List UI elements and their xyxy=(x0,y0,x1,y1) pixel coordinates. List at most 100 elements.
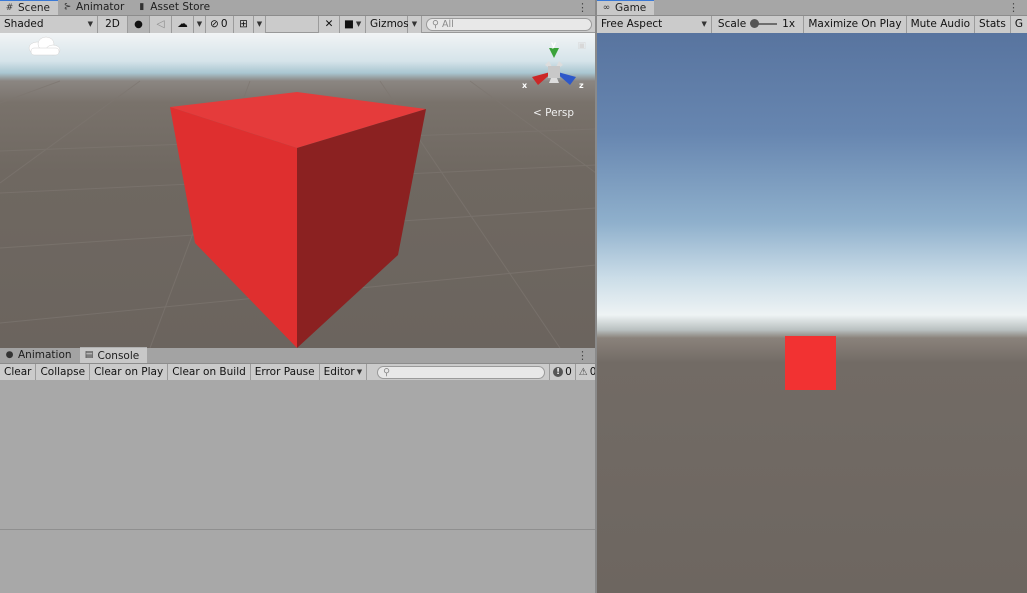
scene-search-placeholder: All xyxy=(441,18,454,30)
shading-mode-label: Shaded xyxy=(4,18,44,30)
toggle-2d-button[interactable]: 2D xyxy=(98,15,128,33)
axis-z-label: z xyxy=(579,81,584,90)
tab-asset-store[interactable]: ▮ Asset Store xyxy=(132,0,218,15)
mute-audio-button[interactable]: Mute Audio xyxy=(906,15,976,33)
mute-audio-label: Mute Audio xyxy=(910,18,971,30)
scale-slider-thumb[interactable] xyxy=(750,19,760,28)
clear-on-play-label: Clear on Play xyxy=(94,366,164,378)
game-cube xyxy=(785,336,836,390)
scene-search-input[interactable]: ⚲ All xyxy=(426,17,592,31)
console-detail-divider[interactable] xyxy=(0,529,596,530)
orientation-gizmo[interactable] xyxy=(532,48,576,85)
info-filter-toggle[interactable]: ! 0 xyxy=(549,363,575,381)
info-count: 0 xyxy=(565,366,572,378)
axis-x-label: x xyxy=(522,81,528,90)
scale-label: Scale xyxy=(717,18,747,30)
game-gizmos-button[interactable]: G xyxy=(1010,15,1027,33)
hidden-objects-toggle[interactable]: ⊘ 0 xyxy=(206,15,234,33)
chevron-down-icon: ▼ xyxy=(701,20,707,28)
gizmos-label: Gizmos xyxy=(370,18,409,30)
clear-button[interactable]: Clear xyxy=(0,363,37,381)
tab-scene[interactable]: # Scene xyxy=(0,0,59,15)
chevron-down-icon: ▼ xyxy=(196,20,203,28)
error-pause-button[interactable]: Error Pause xyxy=(250,363,320,381)
grid-dropdown[interactable]: ▼ xyxy=(254,15,266,33)
tab-animator[interactable]: ⊱ Animator xyxy=(58,0,132,15)
maximize-on-play-label: Maximize On Play xyxy=(808,18,902,30)
clear-label: Clear xyxy=(4,366,32,378)
console-menu-icon[interactable]: ⋮ xyxy=(577,349,588,362)
persp-label: Persp xyxy=(545,107,575,119)
lighting-toggle[interactable]: ● xyxy=(128,15,150,33)
tab-console-label: Console xyxy=(97,349,140,362)
console-log-area[interactable] xyxy=(0,380,596,593)
clear-on-build-label: Clear on Build xyxy=(172,366,246,378)
skybox-cloud-icon xyxy=(28,36,61,56)
warning-icon: ⚠ xyxy=(578,366,588,378)
scene-toolbar: Shaded ▼ 2D ● ◁ ☁ ▼ ⊘ 0 ⊞ ▼ ✕ ■ ▼ Gizmos… xyxy=(0,15,596,33)
audio-toggle[interactable]: ◁ xyxy=(150,15,172,33)
search-icon: ⚲ xyxy=(432,18,439,30)
eye-off-icon: ⊘ xyxy=(210,18,219,30)
tab-game-label: Game xyxy=(615,2,647,14)
aspect-dropdown[interactable]: Free Aspect ▼ xyxy=(597,15,712,33)
effects-dropdown[interactable]: ▼ xyxy=(194,15,206,33)
console-search-input[interactable]: ⚲ xyxy=(377,365,546,379)
animator-icon: ⊱ xyxy=(63,1,72,12)
console-search-wrap: ⚲ xyxy=(367,365,549,379)
perspective-toggle[interactable]: < Persp xyxy=(533,107,574,119)
collapse-button[interactable]: Collapse xyxy=(36,363,91,381)
bottom-tabbar: ● Animation ▤ Console ⋮ xyxy=(0,347,596,364)
game-viewport[interactable] xyxy=(597,33,1027,593)
lightbulb-icon: ● xyxy=(134,18,143,30)
tools-icon: ✕ xyxy=(324,18,334,30)
clear-on-play-button[interactable]: Clear on Play xyxy=(90,363,169,381)
tab-asset-store-label: Asset Store xyxy=(150,1,211,13)
scene-search-wrap: ⚲ All xyxy=(422,17,596,31)
chevron-down-icon: ▼ xyxy=(356,368,363,376)
editor-dropdown[interactable]: Editor ▼ xyxy=(319,363,368,381)
collapse-label: Collapse xyxy=(40,366,86,378)
hidden-count: 0 xyxy=(220,18,228,30)
scene-menu-icon[interactable]: ⋮ xyxy=(577,1,588,14)
stats-button[interactable]: Stats xyxy=(975,15,1011,33)
stats-label: Stats xyxy=(979,18,1006,30)
gizmos-dropdown[interactable]: ▼ xyxy=(408,15,422,33)
gizmos-button[interactable]: Gizmos xyxy=(366,15,409,33)
chevron-down-icon: ▼ xyxy=(411,20,418,28)
aspect-label: Free Aspect xyxy=(601,18,663,30)
effects-icon: ☁ xyxy=(177,18,188,30)
tab-game[interactable]: ∞ Game xyxy=(597,0,655,15)
chevron-down-icon: ▼ xyxy=(355,20,362,28)
grid-toggle[interactable]: ⊞ xyxy=(234,15,254,33)
scene-tabbar: # Scene ⊱ Animator ▮ Asset Store ⋮ xyxy=(0,0,596,16)
tab-animation-label: Animation xyxy=(18,349,72,361)
tab-animation[interactable]: ● Animation xyxy=(0,347,80,363)
info-icon: ! xyxy=(553,367,564,377)
game-menu-icon[interactable]: ⋮ xyxy=(1008,1,1019,14)
gamepad-icon: ∞ xyxy=(602,2,611,13)
grid-snap-icon: ⊞ xyxy=(239,18,248,30)
error-pause-label: Error Pause xyxy=(254,366,315,378)
tools-button[interactable]: ✕ xyxy=(318,15,340,33)
tab-console[interactable]: ▤ Console xyxy=(79,347,148,363)
axis-y-label: y xyxy=(551,40,557,49)
toggle-2d-label: 2D xyxy=(105,18,120,30)
tab-animator-label: Animator xyxy=(76,1,125,13)
effects-toggle[interactable]: ☁ xyxy=(172,15,194,33)
shading-mode-dropdown[interactable]: Shaded ▼ xyxy=(0,15,98,33)
camera-button[interactable]: ■ ▼ xyxy=(340,15,366,33)
scene-render xyxy=(0,36,596,348)
scale-slider-track[interactable] xyxy=(750,19,778,28)
scale-value: 1x xyxy=(782,18,796,30)
lock-icon[interactable]: ▣ xyxy=(577,41,586,51)
console-icon: ▤ xyxy=(84,350,94,360)
scale-slider[interactable]: Scale 1x xyxy=(711,15,805,33)
console-toolbar: Clear Collapse Clear on Play Clear on Bu… xyxy=(0,363,622,381)
bag-icon: ▮ xyxy=(139,1,145,12)
scene-viewport[interactable]: y x z ▣ < Persp xyxy=(0,33,596,348)
maximize-on-play-button[interactable]: Maximize On Play xyxy=(804,15,907,33)
clear-on-build-button[interactable]: Clear on Build xyxy=(168,363,251,381)
speaker-icon: ◁ xyxy=(156,18,165,30)
cube-object[interactable] xyxy=(170,92,426,348)
